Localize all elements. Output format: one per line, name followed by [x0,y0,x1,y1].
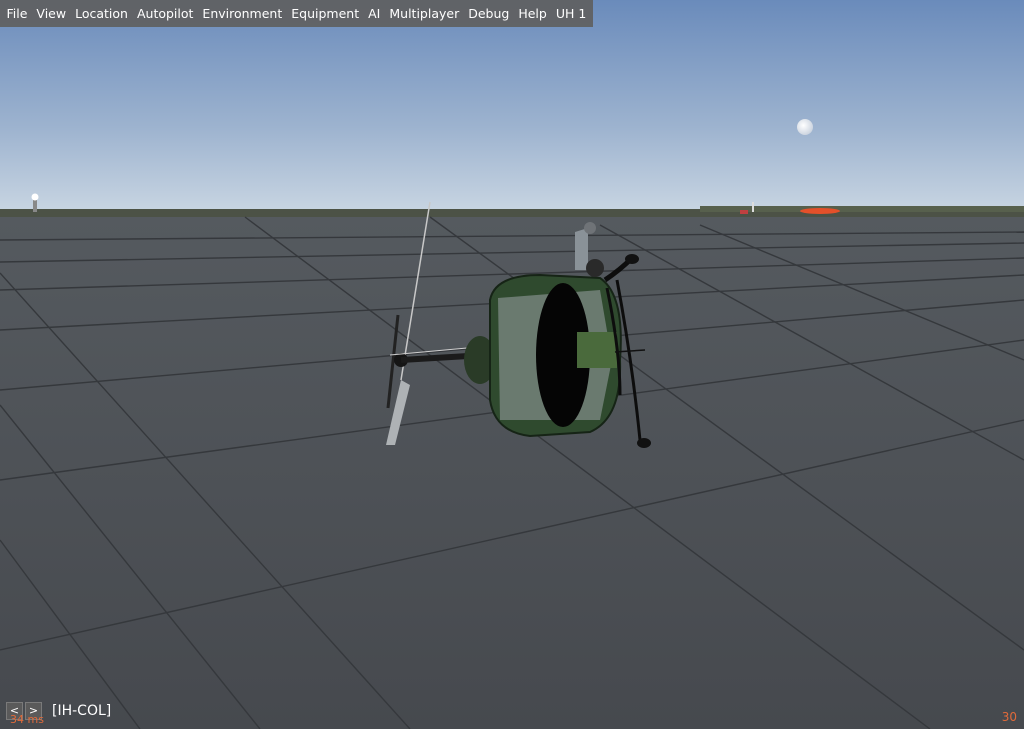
menu-uh1[interactable]: UH 1 [551,0,590,27]
menu-bar: File View Location Autopilot Environment… [0,0,593,27]
menu-location[interactable]: Location [71,0,133,27]
frame-time-readout: 34 ms [10,713,44,726]
3d-viewport[interactable] [0,0,1024,729]
menu-environment[interactable]: Environment [198,0,287,27]
fps-counter: 30 [1001,710,1017,724]
sky [0,0,1024,212]
menu-ai[interactable]: AI [364,0,385,27]
menu-multiplayer[interactable]: Multiplayer [385,0,464,27]
menu-autopilot[interactable]: Autopilot [132,0,197,27]
menu-help[interactable]: Help [514,0,552,27]
moon [797,119,813,135]
callsign-label: [IH-COL] [52,703,112,719]
menu-view[interactable]: View [32,0,71,27]
menu-debug[interactable]: Debug [464,0,514,27]
menu-file[interactable]: File [2,0,32,27]
menu-equipment[interactable]: Equipment [287,0,364,27]
